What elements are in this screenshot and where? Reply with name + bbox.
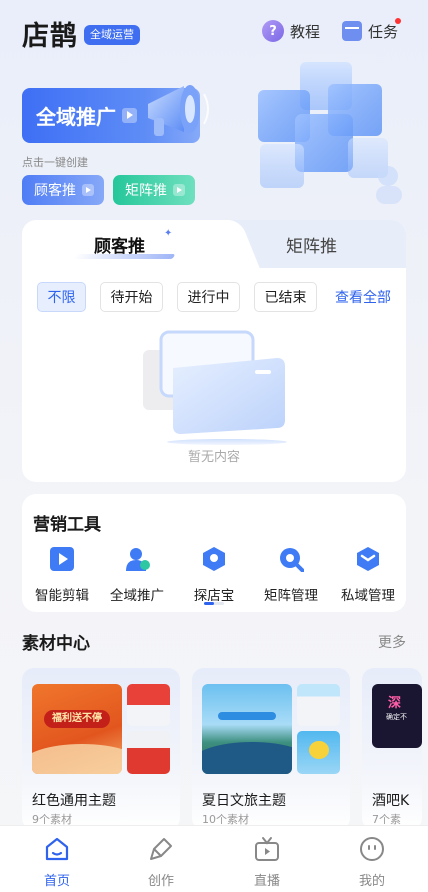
tool-smart-edit[interactable]: 智能剪辑	[24, 546, 100, 604]
material-center-title: 素材中心	[22, 634, 90, 654]
tool-label: 私域管理	[341, 588, 395, 604]
play-video-icon	[50, 547, 74, 571]
user-promote-icon	[126, 548, 150, 571]
customer-push-label: 顾客推	[34, 183, 76, 199]
marketing-tools-card: 营销工具 智能剪辑 全域推广 探店宝 矩阵管理 私域管理	[22, 494, 406, 612]
notification-dot	[395, 18, 401, 24]
material-thumbnail	[297, 731, 340, 774]
tab-customer-push[interactable]: 顾客推	[94, 232, 145, 257]
tv-icon	[255, 837, 279, 861]
tab-matrix-push[interactable]: 矩阵推	[286, 232, 337, 257]
matrix-push-label: 矩阵推	[125, 183, 167, 199]
material-thumbnail	[127, 684, 170, 726]
cube-icon	[357, 547, 379, 571]
material-thumbnail	[127, 731, 170, 774]
global-promotion-label: 全域推广	[36, 105, 116, 129]
tool-label: 矩阵管理	[264, 588, 318, 604]
question-icon: ?	[262, 20, 284, 42]
empty-state-text: 暂无内容	[187, 450, 240, 465]
material-thumbnail: 福利送不停	[32, 684, 122, 774]
task-button[interactable]: 任务	[342, 16, 398, 46]
tool-matrix-management[interactable]: 矩阵管理	[253, 546, 329, 604]
material-count: 9个素材	[32, 813, 72, 826]
nav-label: 首页	[43, 874, 70, 889]
tool-label: 探店宝	[193, 588, 235, 604]
customer-push-button[interactable]: 顾客推	[22, 175, 104, 205]
material-count: 7个素	[372, 813, 401, 826]
logo-badge: 全域运营	[84, 25, 140, 45]
task-label: 任务	[368, 22, 399, 41]
material-thumbnail	[297, 684, 340, 726]
megaphone-icon	[148, 85, 209, 136]
filter-pending[interactable]: 待开始	[100, 282, 163, 312]
face-icon	[360, 837, 384, 861]
banner-subtext: 确定不	[386, 713, 407, 721]
tool-global-promotion[interactable]: 全域推广	[99, 546, 175, 604]
play-icon	[82, 184, 94, 196]
app-logo: 店鹊	[22, 21, 78, 52]
matrix-push-button[interactable]: 矩阵推	[113, 175, 195, 205]
nav-create[interactable]: 创作	[126, 836, 196, 889]
tool-label: 智能剪辑	[35, 588, 89, 604]
nav-label: 我的	[358, 874, 385, 889]
filter-in-progress[interactable]: 进行中	[177, 282, 240, 312]
nav-label: 创作	[147, 874, 174, 889]
calendar-icon	[342, 21, 362, 41]
filter-all[interactable]: 不限	[37, 282, 86, 312]
marketing-tools-title: 营销工具	[33, 515, 101, 535]
location-pin-icon	[203, 547, 225, 571]
material-card-bar[interactable]: 深 确定不 酒吧K 7个素	[362, 668, 422, 830]
material-count: 10个素材	[202, 813, 249, 826]
material-name: 夏日文旅主题	[202, 793, 286, 809]
scroll-indicator	[204, 602, 224, 605]
hint-text: 点击一键创建	[22, 156, 88, 169]
view-all-link[interactable]: 查看全部	[335, 287, 391, 307]
bottom-nav: 首页 创作 直播 我的	[0, 826, 428, 892]
material-card-summer[interactable]: 夏日文旅主题 10个素材	[192, 668, 350, 830]
tool-store-explore[interactable]: 探店宝	[176, 546, 252, 604]
cubes-illustration	[258, 62, 402, 204]
nav-live[interactable]: 直播	[232, 836, 302, 889]
empty-state-illustration	[143, 330, 287, 445]
campaign-card: ✦ 顾客推 矩阵推 不限 待开始 进行中 已结束 查看全部 暂无内容	[22, 220, 406, 482]
banner-text: 福利送不停	[44, 710, 110, 728]
nav-label: 直播	[253, 874, 280, 889]
material-name: 红色通用主题	[32, 793, 116, 809]
material-name: 酒吧K	[372, 793, 410, 809]
play-icon	[122, 108, 137, 123]
banner-text: 深	[388, 696, 402, 711]
tool-private-management[interactable]: 私域管理	[330, 546, 406, 604]
nav-home[interactable]: 首页	[22, 836, 92, 889]
brush-icon	[150, 838, 172, 860]
material-thumbnail: 深 确定不	[372, 684, 422, 748]
tutorial-button[interactable]: ? 教程	[262, 16, 320, 46]
home-icon	[45, 837, 69, 861]
material-thumbnail	[202, 684, 292, 774]
filter-ended[interactable]: 已结束	[254, 282, 317, 312]
tutorial-label: 教程	[290, 22, 321, 41]
material-card-red[interactable]: 福利送不停 红色通用主题 9个素材	[22, 668, 180, 830]
nav-profile[interactable]: 我的	[337, 836, 407, 889]
play-icon	[173, 184, 185, 196]
tool-label: 全域推广	[110, 588, 164, 604]
material-more-link[interactable]: 更多	[378, 632, 406, 652]
sparkle-icon: ✦	[164, 228, 173, 239]
search-magnify-icon	[280, 548, 305, 573]
